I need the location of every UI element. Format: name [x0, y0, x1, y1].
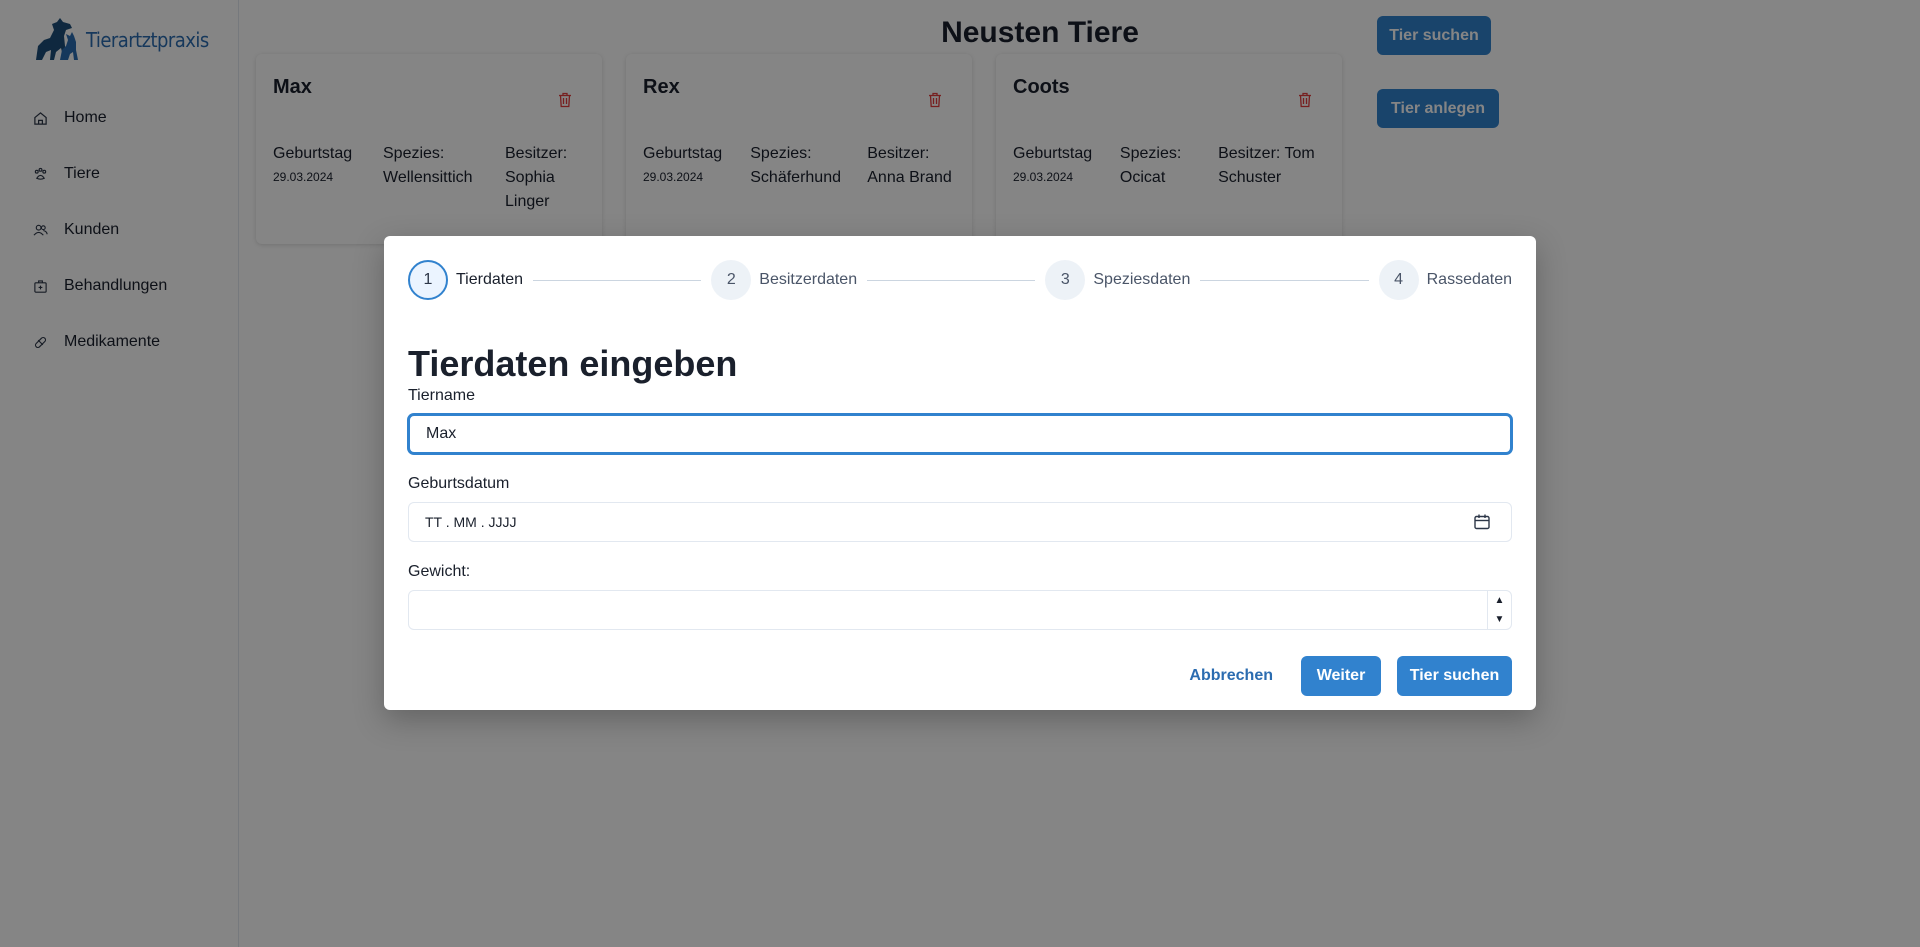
weight-stepper: ▲ ▼ [1487, 591, 1511, 629]
birthdate-placeholder: TT . MM . JJJJ [425, 514, 517, 530]
step-speziesdaten[interactable]: 3 Speziesdaten [1045, 260, 1190, 300]
step-label: Speziesdaten [1093, 271, 1191, 288]
step-number[interactable]: 1 [408, 260, 448, 300]
calendar-icon[interactable] [1473, 513, 1491, 531]
step-label: Tierdaten [456, 271, 523, 288]
step-besitzerdaten[interactable]: 2 Besitzerdaten [711, 260, 857, 300]
weight-number-input[interactable]: ▲ ▼ [408, 590, 1512, 630]
increment-arrow-icon[interactable]: ▲ [1488, 591, 1511, 610]
step-connector [867, 279, 1036, 281]
create-animal-dialog: 1 Tierdaten 2 Besitzerdaten 3 Speziesdat… [384, 236, 1536, 710]
birthdate-label: Geburtsdatum [408, 475, 510, 492]
birthdate-input[interactable]: TT . MM . JJJJ [408, 502, 1512, 542]
search-animal-dialog-button[interactable]: Tier suchen [1397, 656, 1512, 696]
step-connector [1200, 279, 1369, 281]
name-input-value: Max [426, 425, 457, 442]
name-label: Tiername [408, 387, 475, 404]
step-number[interactable]: 3 [1045, 260, 1086, 300]
step-rassedaten[interactable]: 4 Rassedaten [1378, 260, 1512, 300]
wizard-stepper: 1 Tierdaten 2 Besitzerdaten 3 Speziesdat… [408, 260, 1512, 300]
step-connector [533, 279, 702, 281]
name-input[interactable]: Max [408, 414, 1512, 454]
dialog-title: Tierdaten eingeben [408, 343, 738, 384]
next-button[interactable]: Weiter [1301, 656, 1381, 696]
step-label: Rassedaten [1426, 271, 1512, 288]
decrement-arrow-icon[interactable]: ▼ [1488, 610, 1511, 629]
step-tierdaten[interactable]: 1 Tierdaten [408, 260, 523, 300]
step-number[interactable]: 4 [1378, 260, 1419, 300]
step-label: Besitzerdaten [759, 271, 858, 288]
dialog-footer: Abbrechen Weiter Tier suchen [1173, 656, 1512, 696]
step-number[interactable]: 2 [711, 260, 752, 300]
cancel-button[interactable]: Abbrechen [1173, 656, 1289, 696]
weight-label: Gewicht: [408, 563, 471, 580]
